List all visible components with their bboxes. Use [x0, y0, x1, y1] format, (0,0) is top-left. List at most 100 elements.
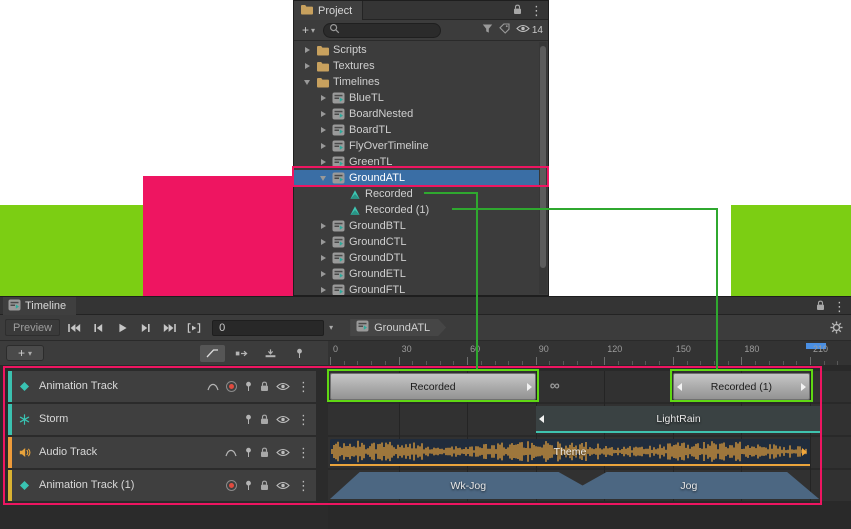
search-by-label-icon[interactable]	[499, 23, 510, 37]
eye-icon[interactable]	[276, 481, 290, 490]
pin-icon[interactable]	[244, 480, 253, 491]
pin-icon[interactable]	[244, 414, 253, 425]
tree-item-recorded-1[interactable]: Recorded (1)	[294, 202, 539, 218]
clip-label: Theme	[330, 439, 810, 464]
replace-mode-button[interactable]	[258, 345, 283, 362]
track-header-animation-track-1[interactable]: Animation Track (1)⋮	[8, 470, 316, 501]
track-toolbar: + ▾	[0, 341, 328, 366]
expand-arrow[interactable]	[318, 223, 328, 229]
clip-lightrain[interactable]: LightRain	[536, 406, 822, 433]
clip-jog[interactable]: Jog	[559, 472, 820, 499]
expand-arrow[interactable]	[318, 271, 328, 277]
tree-item-greentl[interactable]: GreenTL	[294, 154, 539, 170]
tab-project[interactable]: Project	[294, 1, 363, 20]
expand-arrow[interactable]	[318, 127, 328, 133]
tree-item-label: GroundFTL	[349, 284, 405, 295]
pin-icon[interactable]	[244, 447, 253, 458]
ripple-mode-button[interactable]	[229, 345, 254, 362]
scrollbar-thumb[interactable]	[540, 46, 546, 268]
kebab-menu-icon[interactable]: ⋮	[297, 380, 310, 393]
lock-icon[interactable]	[260, 447, 269, 458]
project-scrollbar[interactable]	[539, 42, 547, 294]
record-icon[interactable]	[226, 381, 237, 392]
preview-button[interactable]: Preview	[5, 319, 60, 336]
tree-item-boardtl[interactable]: BoardTL	[294, 122, 539, 138]
expand-arrow[interactable]	[318, 95, 328, 101]
curves-icon[interactable]	[207, 382, 219, 391]
tree-item-groundatl[interactable]: GroundATL	[294, 170, 539, 186]
go-to-end-button[interactable]	[158, 319, 182, 337]
tree-item-groundftl[interactable]: GroundFTL	[294, 282, 539, 295]
marker-pin-button[interactable]	[287, 345, 312, 362]
tree-item-groundetl[interactable]: GroundETL	[294, 266, 539, 282]
transport-controls	[62, 319, 206, 337]
eye-icon[interactable]	[276, 415, 290, 424]
lock-icon[interactable]	[260, 381, 269, 392]
tree-item-label: Timelines	[333, 76, 380, 88]
tree-item-boardnested[interactable]: BoardNested	[294, 106, 539, 122]
expand-arrow[interactable]	[302, 63, 312, 69]
pin-icon[interactable]	[244, 381, 253, 392]
play-range-button[interactable]	[182, 319, 206, 337]
track-header-audio-track[interactable]: Audio Track⋮	[8, 437, 316, 468]
expand-arrow[interactable]	[318, 111, 328, 117]
time-ruler[interactable]: 0306090120150180210	[328, 341, 851, 366]
search-input[interactable]	[343, 25, 431, 36]
tree-item-flyovertimeline[interactable]: FlyOverTimeline	[294, 138, 539, 154]
tree-item-recorded[interactable]: Recorded	[294, 186, 539, 202]
previous-frame-button[interactable]	[86, 319, 110, 337]
play-button[interactable]	[110, 319, 134, 337]
tree-item-bluetl[interactable]: BlueTL	[294, 90, 539, 106]
kebab-menu-icon[interactable]: ⋮	[297, 413, 310, 426]
lock-icon[interactable]	[260, 480, 269, 491]
expand-arrow[interactable]	[302, 47, 312, 53]
record-icon[interactable]	[226, 480, 237, 491]
tree-item-groundbtl[interactable]: GroundBTL	[294, 218, 539, 234]
expand-arrow[interactable]	[318, 287, 328, 293]
search-by-type-icon[interactable]	[482, 23, 493, 37]
add-track-button[interactable]: + ▾	[6, 345, 44, 361]
lock-icon[interactable]	[816, 300, 825, 314]
kebab-menu-icon[interactable]: ⋮	[297, 479, 310, 492]
lock-icon[interactable]	[513, 4, 522, 18]
clip-recorded[interactable]: Recorded	[330, 373, 536, 400]
ruler-tick	[536, 357, 537, 365]
kebab-menu-icon[interactable]: ⋮	[297, 446, 310, 459]
add-asset-button[interactable]: + ▾	[299, 23, 318, 37]
expand-arrow[interactable]	[318, 255, 328, 261]
frame-dropdown[interactable]: ▾	[324, 323, 338, 332]
collapse-arrow[interactable]	[302, 80, 312, 85]
go-to-start-button[interactable]	[62, 319, 86, 337]
frame-field[interactable]: 0	[212, 320, 324, 336]
project-toolbar: + ▾ 14	[294, 20, 548, 41]
curves-icon[interactable]	[225, 448, 237, 457]
eye-icon[interactable]	[276, 382, 290, 391]
next-frame-button[interactable]	[134, 319, 158, 337]
clip-theme[interactable]: Theme	[330, 439, 810, 466]
tree-item-timelines[interactable]: Timelines	[294, 74, 539, 90]
track-color-strip	[8, 371, 12, 402]
breadcrumb-label: GroundATL	[374, 322, 430, 334]
clip-recorded-1[interactable]: Recorded (1)	[673, 373, 810, 400]
kebab-menu-icon[interactable]: ⋮	[833, 300, 846, 313]
expand-arrow[interactable]	[318, 239, 328, 245]
track-header-animation-track[interactable]: Animation Track⋮	[8, 371, 316, 402]
collapse-arrow[interactable]	[318, 176, 328, 181]
tree-item-groundctl[interactable]: GroundCTL	[294, 234, 539, 250]
tree-item-textures[interactable]: Textures	[294, 58, 539, 74]
tree-item-grounddtl[interactable]: GroundDTL	[294, 250, 539, 266]
track-header-storm[interactable]: Storm⋮	[8, 404, 316, 435]
hidden-count-toggle[interactable]: 14	[516, 24, 543, 36]
breadcrumb[interactable]: GroundATL	[350, 319, 446, 336]
lock-icon[interactable]	[260, 414, 269, 425]
expand-arrow[interactable]	[318, 159, 328, 165]
eye-icon[interactable]	[276, 448, 290, 457]
kebab-menu-icon[interactable]: ⋮	[530, 4, 543, 17]
ruler-tick	[604, 357, 605, 365]
search-box[interactable]	[323, 23, 441, 38]
mix-mode-button[interactable]	[200, 345, 225, 362]
settings-gear-icon[interactable]	[830, 321, 843, 334]
tree-item-scripts[interactable]: Scripts	[294, 42, 539, 58]
tab-timeline[interactable]: Timeline	[3, 297, 76, 315]
expand-arrow[interactable]	[318, 143, 328, 149]
